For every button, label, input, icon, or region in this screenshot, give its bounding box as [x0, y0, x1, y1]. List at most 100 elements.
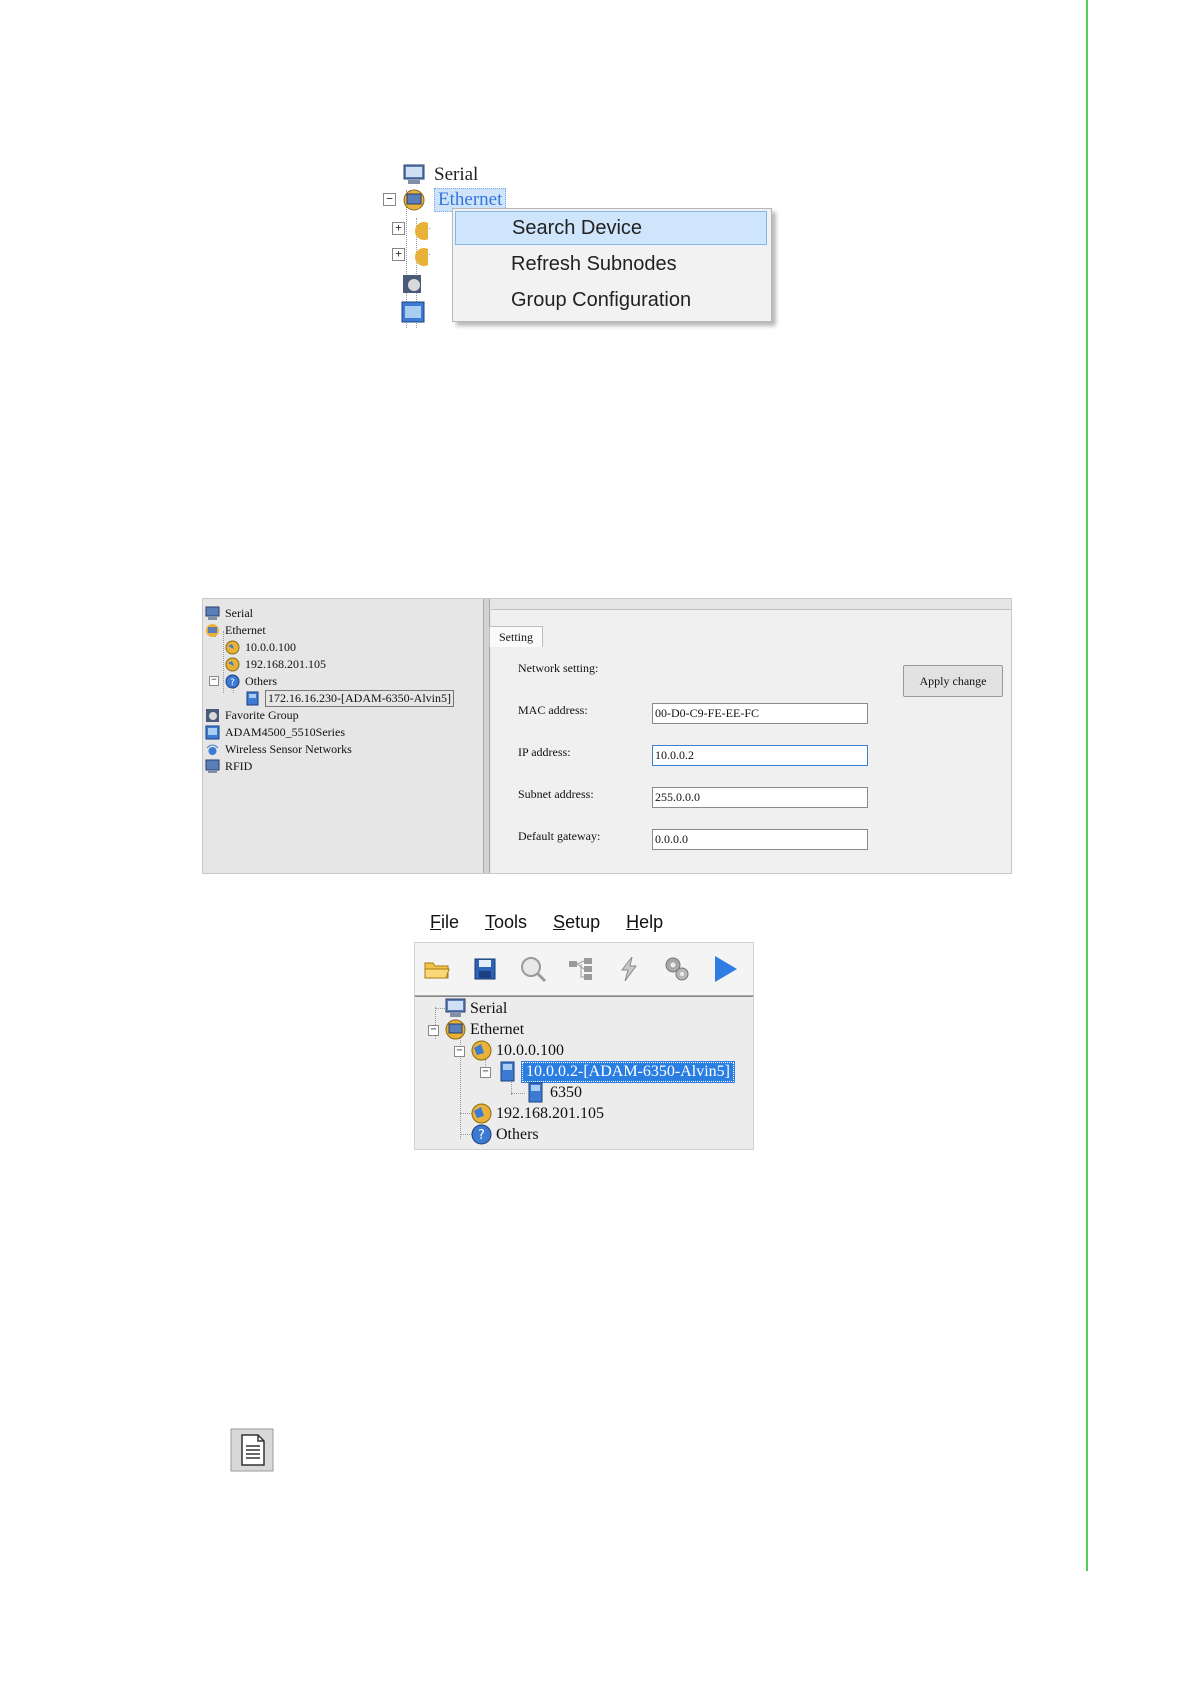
menu-label: elp [639, 912, 664, 932]
ip-address-field[interactable]: 10.0.0.2 [652, 745, 868, 766]
menu-file[interactable]: File [430, 912, 459, 940]
globe-icon [410, 246, 433, 268]
collapse-icon[interactable]: − [480, 1067, 491, 1078]
menu-accel: F [430, 912, 441, 932]
tree-item-others[interactable]: ? Others [471, 1124, 539, 1145]
default-gateway-label: Default gateway: [518, 829, 601, 843]
tree-item-wireless[interactable]: Wireless Sensor Networks [205, 741, 352, 758]
gears-icon[interactable] [661, 953, 693, 985]
tree-item-adam4500[interactable]: ADAM4500_5510Series [205, 724, 345, 741]
apply-change-button[interactable]: Apply change [903, 665, 1003, 697]
tree-item-label: 10.0.0.100 [496, 1041, 564, 1059]
network-setting-screenshot: Serial Ethernet 10.0.0.100 192.168.201.1… [202, 598, 1012, 874]
note-icon [230, 1428, 274, 1472]
device-group-icon [205, 725, 220, 740]
tab-setting[interactable]: Setting [489, 626, 543, 647]
tree-item-serial[interactable]: Serial [402, 162, 478, 188]
menu-label: ools [494, 912, 528, 932]
tree-item-ethernet[interactable]: Ethernet [445, 1019, 524, 1040]
tree-item-ethernet[interactable]: Ethernet [205, 622, 266, 639]
favorite-group-icon [400, 272, 426, 298]
menu-accel: S [553, 912, 566, 932]
tree-item-label: Others [496, 1125, 539, 1143]
device-tree-pane: Serial Ethernet 10.0.0.100 192.168.201.1… [203, 599, 483, 873]
default-gateway-field[interactable]: 0.0.0.0 [652, 829, 868, 850]
globe-icon [410, 220, 433, 242]
collapse-icon[interactable]: − [428, 1025, 439, 1036]
tree-item-label: Serial [470, 999, 508, 1017]
tree-item-favorite-group[interactable]: Favorite Group [205, 707, 299, 724]
open-folder-icon[interactable] [421, 953, 453, 985]
subnet-address-label: Subnet address: [518, 787, 594, 801]
play-icon[interactable] [709, 953, 741, 985]
menu-item-refresh-subnodes[interactable]: Refresh Subnodes [455, 247, 767, 281]
menu-accel: T [485, 912, 495, 932]
save-icon[interactable] [469, 953, 501, 985]
tree-item-device-172[interactable]: 172.16.16.230-[ADAM-6350-Alvin5] [245, 690, 454, 707]
tree-item-label: Ethernet [225, 623, 266, 637]
tree-item-subnet-192[interactable]: 192.168.201.105 [471, 1103, 604, 1124]
svg-text:?: ? [478, 1128, 485, 1143]
tree-item-label: 192.168.201.105 [496, 1104, 604, 1122]
menu-label: etup [565, 912, 601, 932]
wireless-icon [205, 742, 220, 757]
ip-address-label: IP address: [518, 745, 571, 759]
svg-text:?: ? [230, 678, 235, 688]
tree-item-label: 192.168.201.105 [245, 657, 326, 671]
menu-tools[interactable]: Tools [485, 912, 527, 940]
search-icon[interactable] [517, 953, 549, 985]
subnet-address-field[interactable]: 255.0.0.0 [652, 787, 868, 808]
device-tree-screenshot: Serial − Ethernet − 10.0.0.100 − 10.0.0.… [414, 942, 754, 1150]
tree-item-serial[interactable]: Serial [445, 998, 507, 1019]
computer-icon [205, 606, 220, 621]
ethernet-icon [402, 188, 426, 212]
device-icon [245, 691, 260, 706]
menu-item-search-device[interactable]: Search Device [455, 211, 767, 245]
tree-item-subnet-192[interactable]: 192.168.201.105 [225, 656, 326, 673]
menu-setup[interactable]: Setup [553, 912, 600, 940]
globe-icon [225, 657, 240, 672]
question-icon: ? [225, 674, 240, 689]
favorite-group-icon [205, 708, 220, 723]
menu-accel: H [626, 912, 640, 932]
menu-help[interactable]: Help [626, 912, 663, 940]
mac-address-field[interactable]: 00-D0-C9-FE-EE-FC [652, 703, 868, 724]
tree-item-label: Serial [225, 606, 253, 620]
tree-item-module-6350[interactable]: 6350 [525, 1082, 582, 1103]
globe-icon [471, 1103, 492, 1124]
tree-item-rfid[interactable]: RFID [205, 758, 252, 775]
computer-icon [445, 998, 466, 1019]
expand-icon[interactable]: + [392, 222, 405, 235]
globe-icon [471, 1040, 492, 1061]
tree-item-serial[interactable]: Serial [205, 605, 253, 622]
tree-item-label: 10.0.0.100 [245, 640, 296, 654]
menu-bar: File Tools Setup Help [430, 912, 689, 940]
tree-item-others[interactable]: ? Others [225, 673, 277, 690]
tree-item-label: 172.16.16.230-[ADAM-6350-Alvin5] [265, 690, 454, 707]
tree-item-subnet-10[interactable]: 10.0.0.100 [225, 639, 296, 656]
collapse-icon[interactable]: − [454, 1046, 465, 1057]
menu-item-group-configuration[interactable]: Group Configuration [455, 283, 767, 317]
tree-item-label: Favorite Group [225, 708, 299, 722]
rfid-icon [205, 759, 220, 774]
tree-item-subnet-10[interactable]: 10.0.0.100 [471, 1040, 564, 1061]
tree-item-label: Serial [434, 164, 479, 185]
expand-icon[interactable]: + [392, 248, 405, 261]
tree-item-label: Ethernet [470, 1020, 525, 1038]
globe-icon [225, 640, 240, 655]
tree-item-device-10-0-0-2[interactable]: 10.0.0.2-[ADAM-6350-Alvin5] [497, 1060, 735, 1083]
device-icon [497, 1061, 518, 1082]
menu-label: ile [441, 912, 460, 932]
tree-item-label: 10.0.0.2-[ADAM-6350-Alvin5] [521, 1060, 735, 1083]
device-group-icon [400, 298, 428, 328]
toolbar [415, 943, 753, 996]
question-icon: ? [471, 1124, 492, 1145]
collapse-icon[interactable]: − [209, 676, 219, 686]
tree-item-label: RFID [225, 759, 253, 773]
flash-icon[interactable] [613, 953, 645, 985]
module-icon [525, 1082, 546, 1103]
tree-item-label: Wireless Sensor Networks [225, 742, 352, 756]
page-margin-rule [1086, 0, 1088, 1571]
network-icon[interactable] [565, 953, 597, 985]
collapse-icon[interactable]: − [383, 193, 396, 206]
